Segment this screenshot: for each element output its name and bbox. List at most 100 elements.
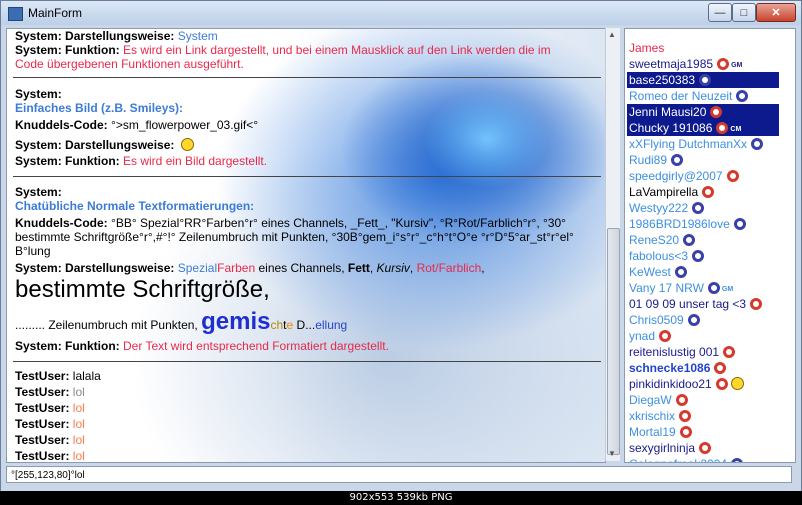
user-list-item[interactable]: schnecke1086 bbox=[627, 360, 728, 376]
user-list-item[interactable]: Colognefreak2004 bbox=[627, 456, 745, 462]
chat-line: ......... Zeilenumbruch mit Punkten, gem… bbox=[15, 308, 348, 335]
user-name: xkrischix bbox=[629, 409, 676, 423]
chat-line: Code übergebenen Funktionen ausgeführt. bbox=[15, 57, 244, 71]
chat-line: System: bbox=[15, 185, 62, 199]
chat-message: TestUser: lol bbox=[15, 385, 85, 399]
chat-area[interactable]: System: Darstellungsweise: System System… bbox=[6, 28, 606, 463]
chat-line: System: Funktion: Es wird ein Bild darge… bbox=[15, 154, 268, 168]
message-author[interactable]: TestUser: bbox=[15, 433, 69, 447]
message-author[interactable]: TestUser: bbox=[15, 449, 69, 462]
message-author[interactable]: TestUser: bbox=[15, 401, 69, 415]
user-list-item[interactable]: speedgirly@2007 bbox=[627, 168, 741, 184]
female-icon bbox=[679, 426, 692, 438]
user-list-item[interactable]: KeWest bbox=[627, 264, 689, 280]
male-icon bbox=[751, 138, 764, 150]
chat-line: System: Funktion: Der Text wird entsprec… bbox=[15, 339, 389, 353]
user-list-item[interactable]: Chucky 191086 CM bbox=[627, 120, 779, 136]
minimize-button[interactable]: — bbox=[708, 3, 732, 22]
chat-line: Chatübliche Normale Textformatierungen: bbox=[15, 199, 255, 213]
user-name: LaVampirella bbox=[629, 185, 699, 199]
user-name: DiegaW bbox=[629, 393, 672, 407]
chat-line: System: bbox=[15, 87, 62, 101]
user-name: Mortal19 bbox=[629, 425, 676, 439]
user-list-item[interactable]: ynad bbox=[627, 328, 673, 344]
message-author[interactable]: TestUser: bbox=[15, 369, 69, 383]
smiley-icon bbox=[730, 377, 744, 390]
user-list[interactable]: James sweetmaja1985 GM base250383 Romeo der… bbox=[624, 28, 796, 463]
chat-line: Einfaches Bild (z.B. Smileys): bbox=[15, 101, 184, 115]
user-list-item[interactable]: 01 09 09 unser tag <3 bbox=[627, 296, 764, 312]
user-list-item[interactable]: fabolous<3 bbox=[627, 248, 706, 264]
image-info-footer: 902x553 539kb PNG bbox=[0, 491, 802, 505]
user-name: schnecke1086 bbox=[629, 361, 711, 375]
chat-message: TestUser: lalala bbox=[15, 369, 101, 383]
chat-line: System: Darstellungsweise: SpezialFarben… bbox=[15, 261, 485, 275]
scroll-down-icon[interactable]: ▼ bbox=[608, 449, 616, 458]
user-list-item[interactable]: base250383 bbox=[627, 72, 779, 88]
female-icon bbox=[716, 122, 729, 134]
female-icon bbox=[699, 442, 712, 454]
male-icon bbox=[692, 250, 705, 262]
divider bbox=[13, 77, 601, 78]
app-icon bbox=[8, 7, 23, 21]
message-text: lol bbox=[69, 433, 85, 447]
message-input[interactable]: °[255,123,80]°lol bbox=[6, 466, 792, 483]
user-list-item[interactable]: pinkidinkidoo21 bbox=[627, 376, 746, 392]
divider bbox=[13, 176, 601, 177]
male-icon bbox=[683, 234, 696, 246]
message-text: lol bbox=[69, 417, 85, 431]
chat-line: System: Darstellungsweise: bbox=[15, 138, 194, 152]
scrollbar-thumb[interactable] bbox=[607, 228, 620, 455]
user-list-item[interactable]: Mortal19 bbox=[627, 424, 694, 440]
chat-scrollbar[interactable]: ▲ ▼ bbox=[605, 28, 620, 461]
chat-line: System: Darstellungsweise: System bbox=[15, 29, 218, 43]
user-list-item[interactable]: LaVampirella bbox=[627, 184, 716, 200]
divider bbox=[13, 361, 601, 362]
user-list-item[interactable]: Rudi89 bbox=[627, 152, 685, 168]
user-name: sexygirlninja bbox=[629, 441, 696, 455]
close-button[interactable]: ✕ bbox=[756, 3, 796, 22]
scroll-up-icon[interactable]: ▲ bbox=[608, 30, 616, 39]
chat-line: bestimmte Schriftgröße°r°,#°!° Zeilenumb… bbox=[15, 230, 574, 244]
male-icon bbox=[731, 458, 744, 462]
user-list-item[interactable]: Westyy222 bbox=[627, 200, 706, 216]
user-list-item[interactable]: Vany 17 NRW GM bbox=[627, 280, 735, 296]
chat-line: Knuddels-Code: °>sm_flowerpower_03.gif<° bbox=[15, 118, 259, 132]
user-name: KeWest bbox=[629, 265, 671, 279]
maximize-button[interactable]: □ bbox=[732, 3, 756, 22]
title-bar[interactable]: MainForm — □ ✕ bbox=[1, 1, 801, 25]
chat-line: B°lung bbox=[15, 244, 51, 258]
user-list-item[interactable]: ReneS20 bbox=[627, 232, 697, 248]
chat-message: TestUser: lol bbox=[15, 401, 85, 415]
user-name: fabolous<3 bbox=[629, 249, 689, 263]
user-list-item[interactable]: xXFlying DutchmanXx bbox=[627, 136, 765, 152]
user-list-item[interactable]: DiegaW bbox=[627, 392, 690, 408]
user-list-item[interactable]: Jenni Mausi20 bbox=[627, 104, 779, 120]
female-icon bbox=[717, 58, 730, 70]
user-name: ynad bbox=[629, 329, 656, 343]
female-icon bbox=[675, 394, 688, 406]
male-icon bbox=[692, 202, 705, 214]
user-list-item[interactable]: sexygirlninja bbox=[627, 440, 713, 456]
flower-smiley-icon bbox=[180, 138, 194, 151]
female-icon bbox=[750, 298, 763, 310]
user-list-item[interactable]: 1986BRD1986love bbox=[627, 216, 748, 232]
male-icon bbox=[687, 314, 700, 326]
message-author[interactable]: TestUser: bbox=[15, 417, 69, 431]
user-list-item[interactable]: xkrischix bbox=[627, 408, 693, 424]
user-list-item[interactable]: reitenislustig 001 bbox=[627, 344, 737, 360]
female-icon bbox=[714, 362, 727, 374]
user-name: 1986BRD1986love bbox=[629, 217, 730, 231]
user-name: Jenni Mausi20 bbox=[629, 105, 707, 119]
user-list-item[interactable]: Chris0509 bbox=[627, 312, 702, 328]
female-icon bbox=[723, 346, 736, 358]
user-list-item[interactable]: sweetmaja1985 GM bbox=[627, 56, 744, 72]
message-author[interactable]: TestUser: bbox=[15, 385, 69, 399]
male-icon bbox=[671, 154, 684, 166]
user-list-item[interactable]: Romeo der Neuzeit bbox=[627, 88, 750, 104]
big-text-line: bestimmte Schriftgröße, bbox=[15, 276, 270, 303]
message-text: lol bbox=[69, 449, 85, 463]
user-name: xXFlying DutchmanXx bbox=[629, 137, 748, 151]
male-icon bbox=[699, 74, 712, 86]
male-icon bbox=[733, 218, 746, 230]
